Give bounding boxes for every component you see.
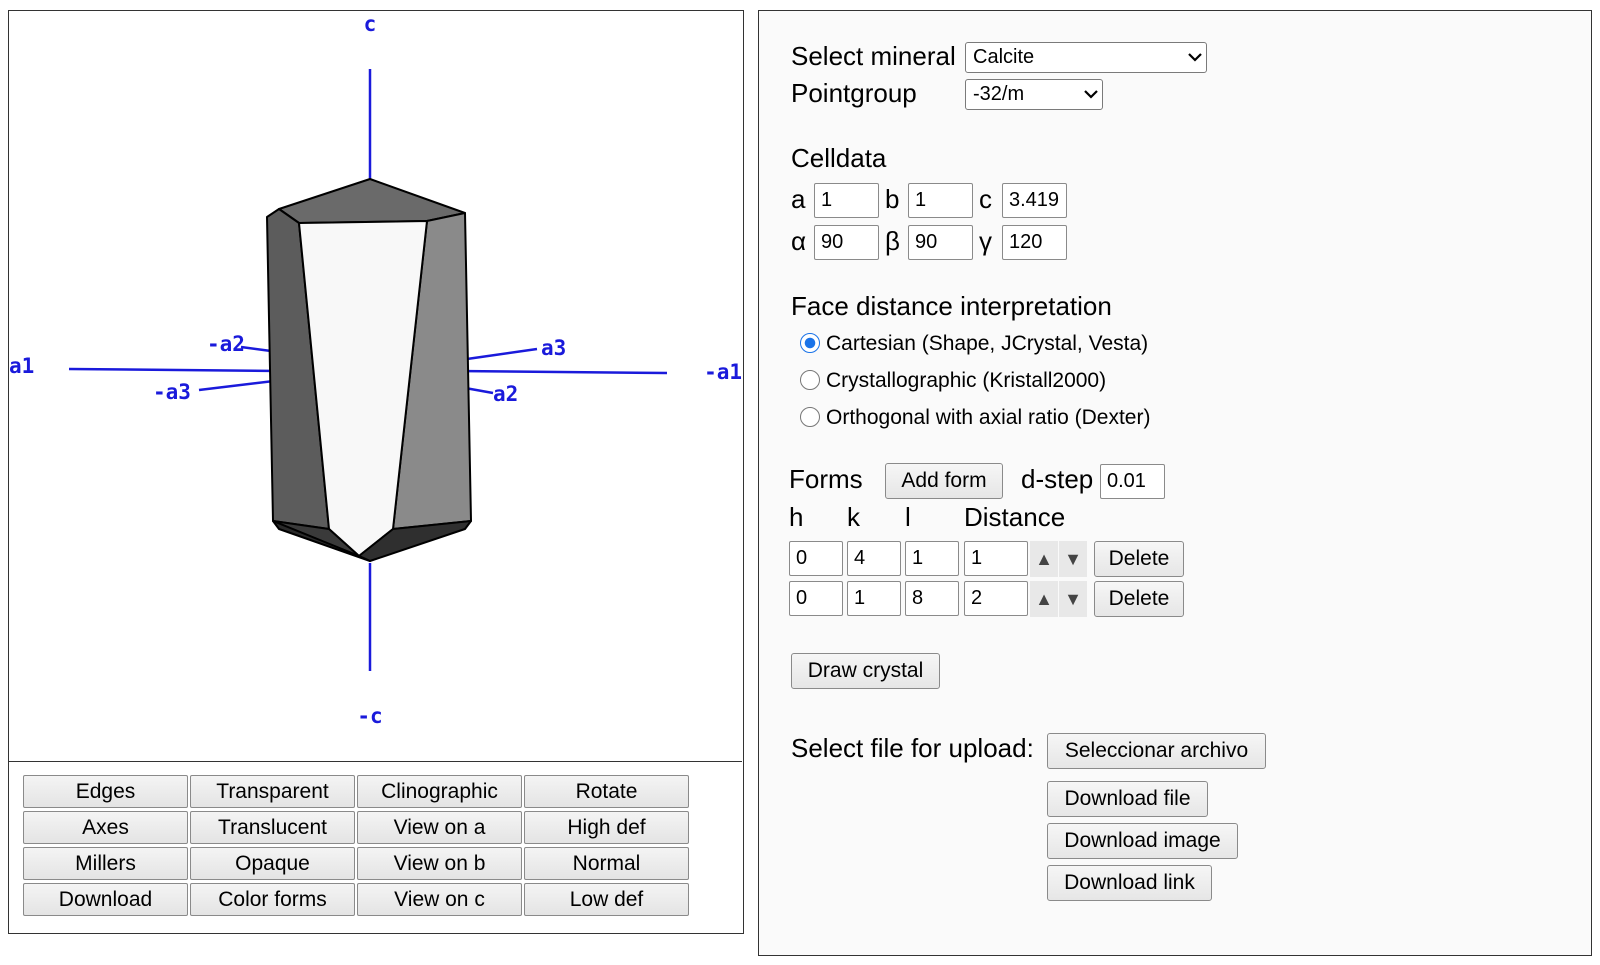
- crystal-body: [266, 178, 472, 562]
- cell-beta-label: β: [885, 226, 900, 256]
- pointgroup-select[interactable]: -32/m: [965, 79, 1103, 110]
- radio-crystallographic-label: Crystallographic (Kristall2000): [826, 369, 1107, 392]
- axis-label-neg-a2: -a2: [207, 332, 245, 356]
- cell-a-input[interactable]: 1: [814, 183, 879, 218]
- cell-b-input[interactable]: 1: [908, 183, 973, 218]
- add-form-button[interactable]: Add form: [885, 463, 1003, 499]
- axis-label-neg-a3: -a3: [153, 380, 191, 404]
- transparent-button[interactable]: Transparent: [190, 775, 355, 808]
- low-def-button[interactable]: Low def: [524, 883, 689, 916]
- delete-button[interactable]: Delete: [1094, 581, 1184, 617]
- cell-c-label: c: [979, 184, 992, 214]
- axis-a1-line: [68, 367, 280, 373]
- forms-heading: Forms: [789, 464, 863, 494]
- column-distance-label: Distance: [964, 502, 1066, 532]
- column-k-label: k: [847, 502, 860, 532]
- column-h-label: h: [789, 502, 804, 532]
- axis-neg-a2-line: [240, 345, 272, 353]
- l-input[interactable]: 1: [905, 541, 959, 576]
- color-forms-button[interactable]: Color forms: [190, 883, 355, 916]
- crystal-canvas[interactable]: c -c a1 -a1 -a2 a3 -a3 a2: [9, 11, 742, 762]
- radio-cartesian[interactable]: [800, 333, 820, 353]
- edges-button[interactable]: Edges: [23, 775, 188, 808]
- download-image-button[interactable]: Download image: [1047, 823, 1238, 859]
- axis-label-neg-c: -c: [357, 704, 382, 728]
- cell-b-label: b: [885, 184, 900, 214]
- face-distance-heading: Face distance interpretation: [791, 291, 1112, 321]
- view-on-c-button[interactable]: View on c: [357, 883, 522, 916]
- viewer-button-grid: Edges Transparent Clinographic Rotate Ax…: [23, 775, 689, 916]
- h-input[interactable]: 0: [789, 541, 843, 576]
- crystal-drawing[interactable]: c -c a1 -a1 -a2 a3 -a3 a2: [9, 11, 742, 761]
- dstep-label: d-step: [1021, 464, 1094, 494]
- controls-panel: Select mineral Calcite Pointgroup -32/m …: [758, 10, 1592, 956]
- download-file-button[interactable]: Download file: [1047, 781, 1208, 817]
- axis-label-a3: a3: [541, 336, 566, 360]
- radio-orthogonal-label: Orthogonal with axial ratio (Dexter): [826, 406, 1151, 429]
- cell-gamma-input[interactable]: 120: [1002, 225, 1067, 260]
- draw-crystal-button[interactable]: Draw crystal: [791, 653, 940, 689]
- step-down-icon[interactable]: ▼: [1059, 541, 1087, 577]
- crystal-viewer-panel: c -c a1 -a1 -a2 a3 -a3 a2 Edges Transpar…: [8, 10, 744, 934]
- axis-label-a2: a2: [493, 382, 518, 406]
- view-on-a-button[interactable]: View on a: [357, 811, 522, 844]
- dstep-input[interactable]: 0.01: [1100, 464, 1165, 499]
- mineral-select-value: Calcite: [973, 46, 1035, 68]
- celldata-heading: Celldata: [791, 143, 887, 173]
- k-input[interactable]: 1: [847, 581, 901, 616]
- h-input[interactable]: 0: [789, 581, 843, 616]
- opaque-button[interactable]: Opaque: [190, 847, 355, 880]
- pointgroup-label: Pointgroup: [791, 78, 917, 108]
- step-up-icon[interactable]: ▲: [1030, 541, 1058, 577]
- rotate-button[interactable]: Rotate: [524, 775, 689, 808]
- high-def-button[interactable]: High def: [524, 811, 689, 844]
- delete-button[interactable]: Delete: [1094, 541, 1184, 577]
- download-button[interactable]: Download: [23, 883, 188, 916]
- cell-alpha-label: α: [791, 226, 807, 256]
- axis-label-c: c: [364, 12, 377, 36]
- cell-a-label: a: [791, 184, 806, 214]
- translucent-button[interactable]: Translucent: [190, 811, 355, 844]
- l-input[interactable]: 8: [905, 581, 959, 616]
- view-on-b-button[interactable]: View on b: [357, 847, 522, 880]
- pointgroup-select-value: -32/m: [973, 83, 1025, 105]
- axis-a3-line: [466, 347, 538, 361]
- chevron-down-icon: [1184, 53, 1206, 62]
- axes-button[interactable]: Axes: [23, 811, 188, 844]
- distance-input[interactable]: 2: [964, 581, 1028, 616]
- step-down-icon[interactable]: ▼: [1059, 581, 1087, 617]
- k-input[interactable]: 4: [847, 541, 901, 576]
- radio-orthogonal[interactable]: [800, 407, 820, 427]
- axis-label-a1: a1: [9, 354, 34, 378]
- top-face: [278, 178, 466, 224]
- column-l-label: l: [905, 502, 911, 532]
- step-up-icon[interactable]: ▲: [1030, 581, 1058, 617]
- choose-file-button[interactable]: Seleccionar archivo: [1047, 733, 1266, 769]
- cell-c-input[interactable]: 3.419: [1002, 183, 1067, 218]
- clinographic-button[interactable]: Clinographic: [357, 775, 522, 808]
- cell-beta-input[interactable]: 90: [908, 225, 973, 260]
- download-link-button[interactable]: Download link: [1047, 865, 1212, 901]
- chevron-down-icon: [1080, 90, 1102, 99]
- normal-button[interactable]: Normal: [524, 847, 689, 880]
- cell-alpha-input[interactable]: 90: [814, 225, 879, 260]
- axis-label-neg-a1: -a1: [704, 360, 742, 384]
- radio-crystallographic[interactable]: [800, 370, 820, 390]
- mineral-select[interactable]: Calcite: [965, 42, 1207, 73]
- axis-neg-a1-line: [456, 369, 668, 375]
- cell-gamma-label: γ: [979, 226, 992, 256]
- upload-label: Select file for upload:: [791, 733, 1034, 763]
- radio-cartesian-label: Cartesian (Shape, JCrystal, Vesta): [826, 332, 1149, 355]
- millers-button[interactable]: Millers: [23, 847, 188, 880]
- distance-input[interactable]: 1: [964, 541, 1028, 576]
- mineral-label: Select mineral: [791, 41, 956, 71]
